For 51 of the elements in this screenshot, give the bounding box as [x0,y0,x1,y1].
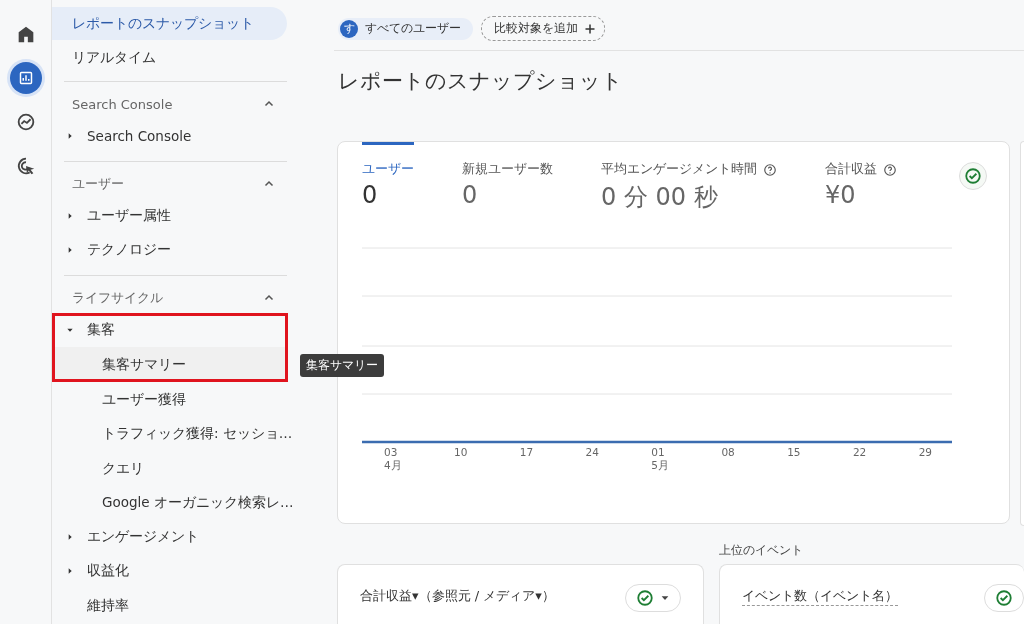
nav-group[interactable]: ユーザー属性 [52,198,288,233]
nav-item[interactable]: リアルタイム [52,41,287,74]
check-circle-icon [636,589,654,607]
axis-label: 03 [384,446,399,459]
metric-tab[interactable]: 平均エンゲージメント時間 0 分 00 秒 [601,142,777,213]
section-heading: 上位のイベント [719,542,804,559]
section-header[interactable]: ライフサイクル [52,282,302,313]
card-title: 合計収益▾（参照元 / メディア▾） [360,587,555,605]
nav-group[interactable]: テクノロジー [52,233,288,268]
axis-label: 08 [721,446,735,459]
nav-item[interactable]: ユーザー獲得 [52,381,288,416]
metric-tab[interactable]: 新規ユーザー数 0 [462,142,553,209]
nav-group[interactable]: 収益化 [52,554,288,589]
nav-item[interactable]: 維持率 [87,596,129,615]
axis-label: 15 [787,446,801,459]
check-circle-icon [964,167,982,185]
plus-icon [584,22,596,35]
axis-label: 24 [585,446,599,459]
nav-item[interactable]: 集客サマリー [52,347,288,382]
nav-item[interactable]: レポートのスナップショット [52,7,287,40]
axis-label: 22 [852,446,867,459]
axis-label: 29 [918,446,932,459]
axis-label: 5月 [651,459,669,472]
caret-right-icon [66,532,74,541]
metric-tab[interactable]: 合計収益 ¥0 [825,142,897,209]
caret-right-icon [66,567,74,576]
bar-chart-button[interactable] [9,62,42,94]
avatar-badge: す [340,19,358,38]
tooltip: 集客サマリー [300,354,384,377]
segment-chip[interactable]: す すべてのユーザー [338,17,473,40]
caret-right-icon [66,246,74,255]
nav-item[interactable]: クエリ [52,450,288,485]
caret-right-icon [66,211,74,220]
check-button[interactable] [959,162,987,190]
section-header[interactable]: ユーザー [52,168,302,199]
check-circle-icon [995,589,1013,607]
axis-label: 17 [519,446,534,459]
metric-tab[interactable]: ユーザー 0 [362,142,414,209]
nav-group[interactable]: エンゲージメント [52,519,288,554]
card-title: イベント数（イベント名） [742,587,898,606]
caret-down-icon [660,593,670,603]
help-icon [763,162,777,177]
page-title: レポートのスナップショット [338,67,624,95]
axis-label: 10 [454,446,468,459]
caret-right-icon [66,132,74,141]
axis-label: 01 [651,446,666,459]
nav-group[interactable]: Search Console [52,119,288,154]
section-header[interactable]: Search Console [52,89,302,119]
axis-label: 4月 [384,459,402,472]
nav-group[interactable]: 集客 [52,312,288,347]
help-icon [883,162,897,177]
